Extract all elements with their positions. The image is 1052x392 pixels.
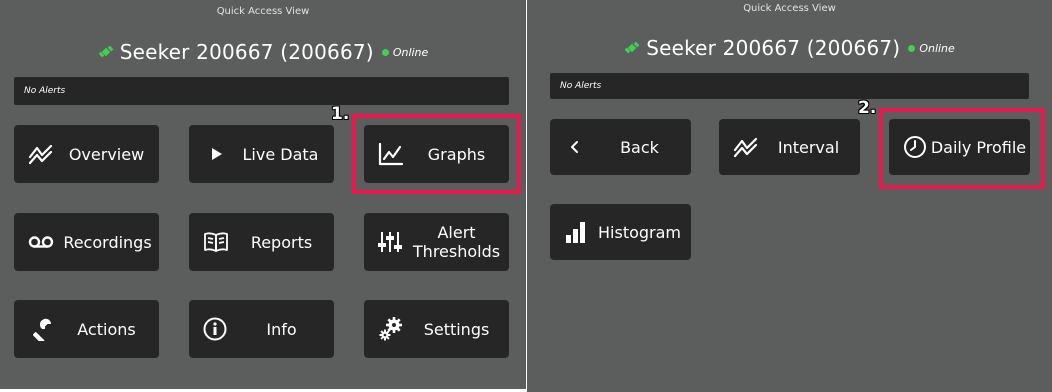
chevron-left-icon: [570, 140, 580, 154]
settings-button[interactable]: Settings: [364, 300, 509, 358]
info-icon: [203, 317, 227, 341]
info-button[interactable]: Info: [189, 300, 334, 358]
satellite-icon: [624, 41, 640, 54]
wrench-icon: [30, 317, 54, 341]
daily-profile-button[interactable]: Daily Profile: [889, 119, 1030, 175]
info-label: Info: [266, 319, 297, 339]
clock-icon: [903, 135, 927, 159]
alert-thresholds-line1: Alert: [437, 223, 476, 242]
bar-chart-icon: [566, 221, 586, 243]
back-button[interactable]: Back: [550, 119, 691, 175]
quick-access-panel-right: Quick Access View Seeker 200667 (200667)…: [527, 0, 1052, 392]
device-name: Seeker 200667 (200667): [646, 36, 901, 60]
status-dot: [381, 48, 389, 56]
back-label: Back: [620, 137, 659, 157]
alerts-bar[interactable]: No Alerts: [550, 73, 1029, 99]
status-dot: [908, 44, 916, 52]
overview-button[interactable]: Overview: [14, 125, 159, 183]
step-marker: 2.: [858, 98, 877, 118]
trend-icon: [28, 143, 54, 165]
device-name: Seeker 200667 (200667): [119, 40, 374, 64]
view-title: Quick Access View: [743, 3, 836, 14]
quick-access-panel-left: Quick Access View Seeker 200667 (200667)…: [0, 0, 526, 389]
status-text: Online: [919, 41, 955, 55]
sliders-icon: [378, 230, 402, 254]
play-icon: [211, 147, 223, 161]
actions-button[interactable]: Actions: [14, 300, 159, 358]
reports-button[interactable]: Reports: [189, 213, 334, 271]
alert-thresholds-button[interactable]: Alert Thresholds: [364, 213, 509, 271]
graph-icon: [378, 142, 404, 166]
trend-icon: [733, 136, 759, 158]
voicemail-icon: [28, 235, 54, 249]
interval-button[interactable]: Interval: [719, 119, 860, 175]
alerts-bar[interactable]: No Alerts: [14, 77, 509, 105]
graphs-button[interactable]: Graphs: [364, 125, 509, 183]
view-title: Quick Access View: [216, 6, 310, 17]
step-marker: 1.: [331, 104, 350, 124]
gears-icon: [378, 316, 404, 342]
book-icon: [203, 231, 229, 253]
live-data-button[interactable]: Live Data: [189, 125, 334, 183]
satellite-icon: [98, 45, 114, 58]
recordings-button[interactable]: Recordings: [14, 213, 159, 271]
device-header: Seeker 200667 (200667) Online: [0, 40, 526, 64]
alert-thresholds-line2: Thresholds: [412, 242, 501, 261]
status-text: Online: [392, 45, 429, 59]
histogram-button[interactable]: Histogram: [550, 204, 691, 260]
device-header: Seeker 200667 (200667) Online: [527, 36, 1052, 60]
